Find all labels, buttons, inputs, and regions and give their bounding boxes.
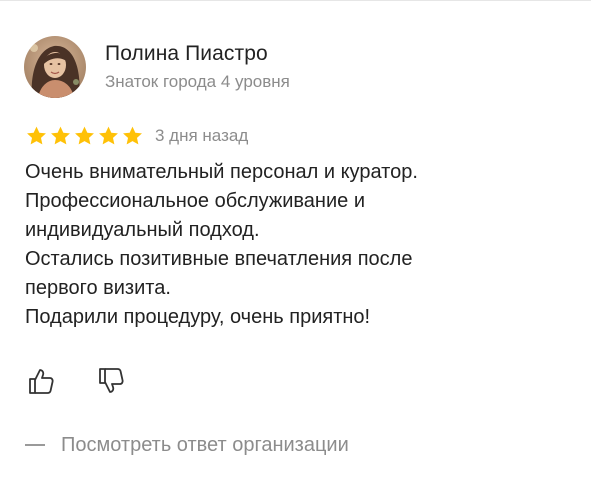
author-level: Знаток города 4 уровня xyxy=(105,72,290,91)
org-reply-label: Посмотреть ответ организации xyxy=(61,433,349,456)
rating-row: 3 дня назад xyxy=(25,125,248,147)
review-text-line: Остались позитивные впечатления после xyxy=(25,248,413,270)
dislike-button[interactable] xyxy=(95,365,127,397)
reactions xyxy=(25,365,127,397)
like-button[interactable] xyxy=(25,365,57,397)
review-date: 3 дня назад xyxy=(155,126,249,145)
thumbs-up-icon xyxy=(29,369,54,394)
star-icon xyxy=(99,126,118,145)
avatar[interactable] xyxy=(24,36,86,98)
author-name[interactable]: Полина Пиастро xyxy=(105,42,290,66)
star-icon xyxy=(27,126,46,145)
review-text: Очень внимательный персонал и куратор. Пр… xyxy=(25,158,565,332)
author-info: Полина Пиастро Знаток города 4 уровня xyxy=(105,42,290,92)
star-icon xyxy=(51,126,70,145)
review-text-line: индивидуальный подход. xyxy=(25,219,260,241)
star-icon xyxy=(75,126,94,145)
review-text-line: Подарили процедуру, очень приятно! xyxy=(25,306,371,328)
review-text-line: первого визита. xyxy=(25,277,171,299)
star-rating xyxy=(25,125,145,147)
org-reply-link[interactable]: Посмотреть ответ организации xyxy=(25,431,349,459)
review-header: Полина Пиастро Знаток города 4 уровня xyxy=(24,35,290,99)
thumbs-down-icon xyxy=(99,368,124,393)
dash-divider xyxy=(25,444,45,446)
review-card: Полина Пиастро Знаток города 4 уровня 3 … xyxy=(0,0,591,491)
review-text-line: Профессиональное обслуживание и xyxy=(25,190,365,212)
star-icon xyxy=(123,126,142,145)
review-text-line: Очень внимательный персонал и куратор. xyxy=(25,161,418,183)
